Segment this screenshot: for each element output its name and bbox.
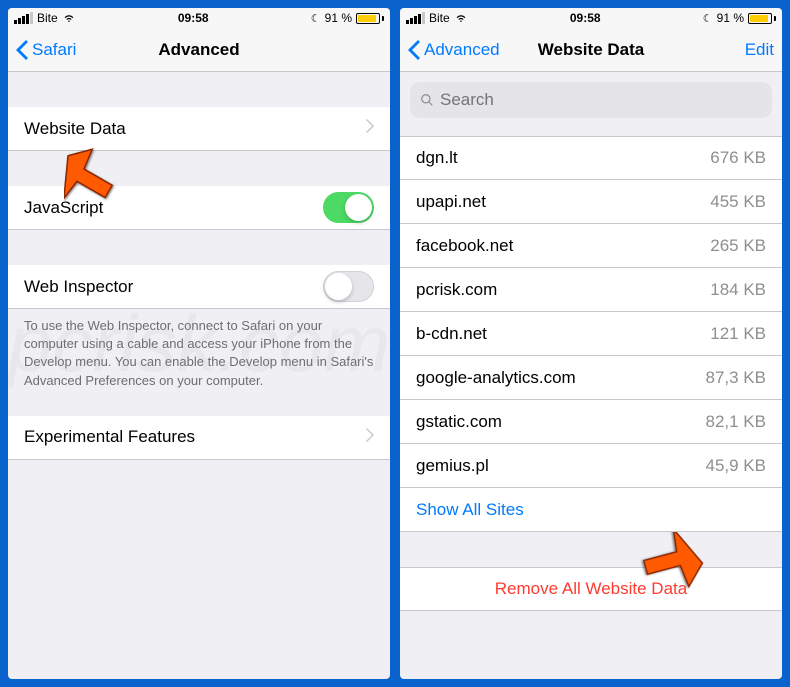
- show-all-sites-row[interactable]: Show All Sites: [400, 488, 782, 532]
- nav-bar: Safari Advanced: [8, 28, 390, 72]
- javascript-row: JavaScript: [8, 186, 390, 230]
- site-size: 87,3 KB: [706, 368, 767, 388]
- show-all-sites-label: Show All Sites: [416, 500, 524, 520]
- site-domain: dgn.lt: [416, 148, 710, 168]
- site-row[interactable]: gstatic.com82,1 KB: [400, 400, 782, 444]
- battery-percent: 91 %: [325, 11, 352, 25]
- site-size: 184 KB: [710, 280, 766, 300]
- wifi-icon: [454, 10, 468, 27]
- remove-all-row[interactable]: Remove All Website Data: [400, 567, 782, 611]
- back-label: Safari: [32, 40, 76, 60]
- site-domain: google-analytics.com: [416, 368, 706, 388]
- page-title: Advanced: [158, 40, 239, 60]
- site-domain: b-cdn.net: [416, 324, 710, 344]
- signal-icon: [14, 12, 33, 24]
- battery-icon: [356, 13, 384, 24]
- site-size: 45,9 KB: [706, 456, 767, 476]
- web-inspector-toggle[interactable]: [323, 271, 374, 302]
- sites-list: dgn.lt676 KBupapi.net455 KBfacebook.net2…: [400, 136, 782, 488]
- carrier-label: Bite: [429, 11, 450, 25]
- site-row[interactable]: facebook.net265 KB: [400, 224, 782, 268]
- battery-icon: [748, 13, 776, 24]
- site-size: 455 KB: [710, 192, 766, 212]
- status-time: 09:58: [570, 11, 601, 25]
- search-input[interactable]: [440, 90, 762, 110]
- chevron-left-icon: [16, 40, 28, 60]
- search-bar[interactable]: [410, 82, 772, 118]
- search-icon: [420, 93, 434, 107]
- phone-right-website-data: pcrisk.com Bite 09:58 ☾ 91 % Advanced We…: [400, 8, 782, 679]
- row-label: Web Inspector: [24, 277, 323, 297]
- site-size: 676 KB: [710, 148, 766, 168]
- remove-all-label: Remove All Website Data: [495, 579, 687, 599]
- site-size: 82,1 KB: [706, 412, 767, 432]
- row-label: JavaScript: [24, 198, 323, 218]
- site-row[interactable]: pcrisk.com184 KB: [400, 268, 782, 312]
- dnd-icon: ☾: [703, 12, 713, 25]
- site-domain: upapi.net: [416, 192, 710, 212]
- chevron-left-icon: [408, 40, 420, 60]
- site-row[interactable]: google-analytics.com87,3 KB: [400, 356, 782, 400]
- javascript-toggle[interactable]: [323, 192, 374, 223]
- site-row[interactable]: upapi.net455 KB: [400, 180, 782, 224]
- site-size: 121 KB: [710, 324, 766, 344]
- website-data-row[interactable]: Website Data: [8, 107, 390, 151]
- back-label: Advanced: [424, 40, 500, 60]
- row-label: Website Data: [24, 119, 358, 139]
- site-domain: facebook.net: [416, 236, 710, 256]
- back-button[interactable]: Advanced: [408, 40, 500, 60]
- battery-percent: 91 %: [717, 11, 744, 25]
- status-bar: Bite 09:58 ☾ 91 %: [8, 8, 390, 28]
- site-domain: gstatic.com: [416, 412, 706, 432]
- back-button[interactable]: Safari: [16, 40, 76, 60]
- site-row[interactable]: dgn.lt676 KB: [400, 136, 782, 180]
- site-row[interactable]: b-cdn.net121 KB: [400, 312, 782, 356]
- site-domain: gemius.pl: [416, 456, 706, 476]
- content-area: dgn.lt676 KBupapi.net455 KBfacebook.net2…: [400, 72, 782, 679]
- dnd-icon: ☾: [311, 12, 321, 25]
- web-inspector-row: Web Inspector: [8, 265, 390, 309]
- site-size: 265 KB: [710, 236, 766, 256]
- experimental-features-row[interactable]: Experimental Features: [8, 416, 390, 460]
- carrier-label: Bite: [37, 11, 58, 25]
- site-row[interactable]: gemius.pl45,9 KB: [400, 444, 782, 488]
- status-bar: Bite 09:58 ☾ 91 %: [400, 8, 782, 28]
- row-label: Experimental Features: [24, 427, 358, 447]
- page-title: Website Data: [538, 40, 644, 60]
- signal-icon: [406, 12, 425, 24]
- phone-left-advanced: pcrisk.com Bite 09:58 ☾ 91 % Safari Adva…: [8, 8, 390, 679]
- edit-button[interactable]: Edit: [745, 40, 774, 60]
- status-time: 09:58: [178, 11, 209, 25]
- content-area: Website Data JavaScript Web Inspector To…: [8, 72, 390, 679]
- nav-bar: Advanced Website Data Edit: [400, 28, 782, 72]
- site-domain: pcrisk.com: [416, 280, 710, 300]
- web-inspector-note: To use the Web Inspector, connect to Saf…: [8, 309, 390, 398]
- chevron-right-icon: [366, 428, 374, 447]
- chevron-right-icon: [366, 119, 374, 138]
- wifi-icon: [62, 10, 76, 27]
